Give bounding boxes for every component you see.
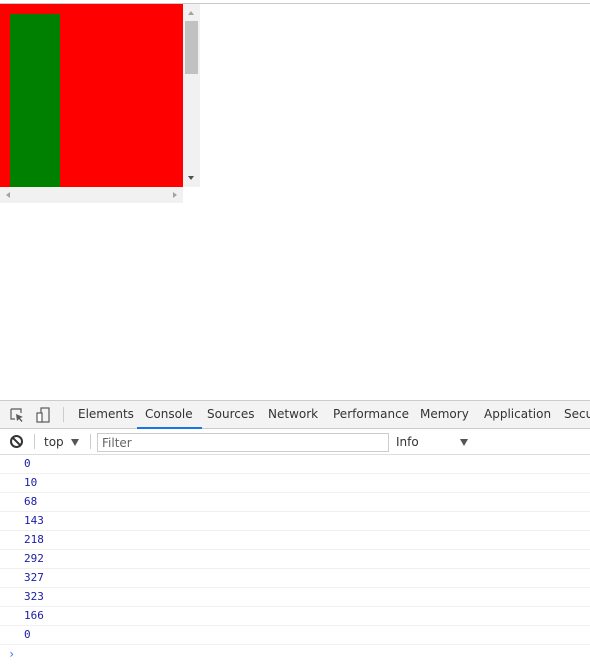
console-log-row: 143 <box>0 512 590 531</box>
scroll-up-arrow-icon[interactable] <box>188 11 194 15</box>
context-selector-label: top <box>44 435 64 449</box>
filter-input[interactable] <box>97 433 389 452</box>
context-dropdown-arrow-icon <box>70 439 79 446</box>
console-log-row: 0 <box>0 455 590 474</box>
tab-security[interactable]: Secu <box>564 401 590 428</box>
device-toolbar-icon[interactable] <box>35 407 51 423</box>
clear-console-icon[interactable] <box>9 434 24 449</box>
devtools-panel: Elements Console Sources Network Perform… <box>0 400 590 661</box>
prompt-chevron-icon: › <box>8 647 16 661</box>
devtools-tabbar: Elements Console Sources Network Perform… <box>0 401 590 429</box>
console-log-row: 218 <box>0 531 590 550</box>
console-toolbar: top Info <box>0 429 590 455</box>
inspect-element-icon[interactable] <box>9 407 25 423</box>
log-level-dropdown-arrow-icon[interactable] <box>460 439 468 446</box>
green-bar <box>10 14 60 187</box>
log-level-selector[interactable]: Info <box>396 429 419 455</box>
tab-memory[interactable]: Memory <box>420 401 469 428</box>
scroll-content-red <box>0 4 183 187</box>
console-prompt[interactable]: › <box>0 645 590 664</box>
vertical-scrollbar[interactable] <box>183 4 200 187</box>
console-log-row: 327 <box>0 569 590 588</box>
console-log-row: 323 <box>0 588 590 607</box>
scroll-down-arrow-icon[interactable] <box>188 176 194 180</box>
scrollable-box[interactable] <box>0 4 200 203</box>
tab-application[interactable]: Application <box>484 401 551 428</box>
tab-elements[interactable]: Elements <box>78 401 134 428</box>
console-output: 0 10 68 143 218 292 327 323 166 0 › <box>0 455 590 664</box>
tab-performance[interactable]: Performance <box>333 401 409 428</box>
scroll-left-arrow-icon[interactable] <box>6 192 10 198</box>
tab-sources[interactable]: Sources <box>207 401 254 428</box>
console-log-row: 0 <box>0 626 590 645</box>
vertical-scroll-thumb[interactable] <box>185 21 198 74</box>
console-log-row: 10 <box>0 474 590 493</box>
console-log-row: 292 <box>0 550 590 569</box>
horizontal-scrollbar[interactable] <box>0 187 183 203</box>
console-log-row: 68 <box>0 493 590 512</box>
tab-network[interactable]: Network <box>268 401 318 428</box>
page-viewport <box>0 0 590 400</box>
toolbar-divider <box>90 434 91 449</box>
scroll-right-arrow-icon[interactable] <box>173 192 177 198</box>
toolbar-divider <box>34 434 35 449</box>
tabbar-divider <box>63 407 64 422</box>
tab-console[interactable]: Console <box>137 401 202 429</box>
console-log-row: 166 <box>0 607 590 626</box>
context-selector[interactable]: top <box>44 429 79 455</box>
